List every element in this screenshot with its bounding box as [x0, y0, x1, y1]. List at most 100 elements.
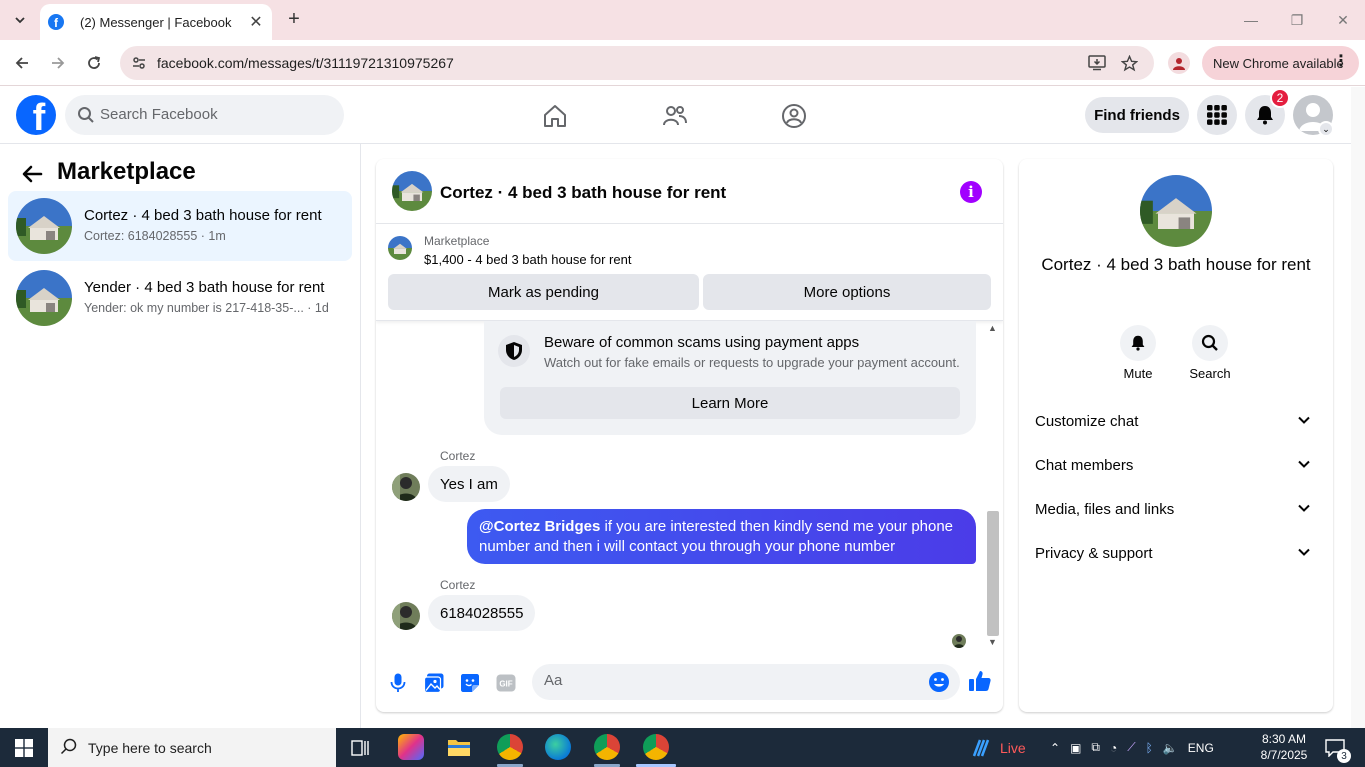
incoming-message[interactable]: Yes I am [428, 466, 510, 502]
new-tab-button[interactable]: + [282, 8, 306, 32]
message-input-box[interactable] [532, 664, 960, 700]
scroll-up-icon[interactable]: ▲ [988, 323, 997, 333]
address-bar[interactable]: facebook.com/messages/t/3111972131097526… [120, 46, 1154, 80]
house-thumbnail [16, 198, 72, 254]
info-icon[interactable]: i [960, 181, 982, 203]
chat-scrollbar-thumb[interactable] [987, 511, 999, 636]
message-input[interactable] [544, 672, 924, 689]
bell-icon [1257, 106, 1273, 125]
friends-icon [663, 106, 687, 126]
media-files-links-section[interactable]: Media, files and links [1035, 487, 1317, 531]
new-chrome-available-button[interactable]: New Chrome available ⋮ [1202, 46, 1359, 80]
notification-center-button[interactable]: 3 [1325, 728, 1351, 767]
forward-button[interactable] [45, 50, 71, 76]
sender-avatar[interactable] [392, 473, 420, 501]
bookmark-star-icon[interactable] [1119, 53, 1139, 73]
learn-more-button[interactable]: Learn More [500, 387, 960, 419]
menu-button[interactable] [1197, 95, 1237, 135]
marketplace-conversation-list: Marketplace Cortez · 4 bed 3 bath house … [0, 144, 361, 728]
arrow-right-icon [52, 57, 65, 69]
chat-scrollbar[interactable]: ▲ ▼ [986, 321, 1000, 651]
search-action[interactable]: Search [1180, 325, 1240, 381]
bell-icon[interactable] [1120, 325, 1156, 361]
scam-warning-card: Beware of common scams using payment app… [484, 321, 976, 435]
incoming-message[interactable]: 6184028555 [428, 595, 536, 631]
more-options-button[interactable]: More options [703, 274, 991, 310]
install-app-icon[interactable] [1087, 53, 1107, 73]
facebook-search-box[interactable]: Search Facebook [65, 95, 344, 135]
outgoing-message[interactable]: @Cortez Bridges if you are interested th… [467, 509, 976, 564]
close-window-button[interactable]: ✕ [1320, 0, 1365, 40]
scam-warning-title: Beware of common scams using payment app… [544, 334, 860, 351]
chat-title[interactable]: Cortez · 4 bed 3 bath house for rent [440, 183, 726, 203]
svg-text:GIF: GIF [499, 680, 512, 689]
listing-price-title[interactable]: $1,400 - 4 bed 3 bath house for rent [424, 252, 631, 267]
emoji-icon[interactable] [928, 671, 950, 693]
scroll-down-icon[interactable]: ▼ [988, 637, 997, 647]
site-settings-icon[interactable] [130, 54, 148, 72]
chat-members-section[interactable]: Chat members [1035, 443, 1317, 487]
live-widget[interactable]: Live [970, 728, 1026, 767]
listing-thumbnail[interactable] [388, 236, 412, 260]
house-thumbnail [16, 270, 72, 326]
mute-label: Mute [1123, 366, 1153, 381]
bluetooth-icon[interactable]: ᛒ [1146, 741, 1153, 755]
search-icon[interactable] [1192, 325, 1228, 361]
restore-button[interactable]: ❐ [1274, 0, 1320, 40]
reload-button[interactable] [81, 50, 107, 76]
conversation-item[interactable]: Yender · 4 bed 3 bath house for rent Yen… [8, 263, 352, 333]
close-tab-icon[interactable]: ✕ [248, 12, 264, 32]
pen-icon[interactable]: ⟋ [1127, 740, 1135, 755]
customize-chat-section[interactable]: Customize chat [1035, 399, 1317, 443]
chrome-active-icon[interactable] [643, 734, 669, 760]
account-chevron-icon[interactable]: ⌄ [1318, 121, 1334, 137]
more-vert-icon[interactable]: ⋮ [1333, 54, 1349, 70]
back-button[interactable] [9, 50, 35, 76]
find-friends-button[interactable]: Find friends [1085, 97, 1189, 133]
search-icon [60, 738, 77, 755]
privacy-support-section[interactable]: Privacy & support [1035, 531, 1317, 575]
chevron-up-icon[interactable]: ⌃ [1050, 741, 1060, 755]
chrome-icon[interactable] [594, 734, 620, 760]
chrome-profile-avatar[interactable] [1168, 52, 1190, 74]
taskbar-clock[interactable]: 8:30 AM 8/7/2025 [1252, 731, 1316, 763]
volume-muted-icon[interactable]: 🔈 [1163, 741, 1178, 755]
meet-now-icon[interactable]: ▣ [1070, 741, 1081, 755]
mute-action[interactable]: Mute [1108, 325, 1168, 381]
thumbs-up-icon[interactable] [968, 669, 992, 693]
groups-icon [782, 104, 806, 128]
cricket-live-icon [972, 739, 990, 756]
facebook-logo-icon[interactable]: f [16, 95, 56, 135]
photo-gallery-icon[interactable] [422, 671, 446, 695]
mark-as-pending-button[interactable]: Mark as pending [388, 274, 699, 310]
shield-icon [498, 335, 530, 367]
tab-search-button[interactable] [8, 8, 32, 32]
copilot-icon[interactable] [398, 734, 424, 760]
conversation-name: Cortez · 4 bed 3 bath house for rent [84, 207, 322, 224]
task-view-icon[interactable] [350, 738, 370, 758]
clock-date: 8/7/2025 [1260, 748, 1308, 762]
browser-tab-messenger[interactable]: f (2) Messenger | Facebook ✕ [40, 4, 272, 40]
back-arrow-icon[interactable] [20, 162, 44, 186]
chrome-profile-icon[interactable] [497, 734, 523, 760]
language-indicator[interactable]: ENG [1188, 741, 1214, 755]
edge-icon[interactable] [545, 734, 571, 760]
sender-avatar[interactable] [392, 602, 420, 630]
mention[interactable]: @Cortez Bridges [479, 518, 600, 535]
conversation-item[interactable]: Cortez · 4 bed 3 bath house for rent Cor… [8, 191, 352, 261]
minimize-button[interactable]: — [1228, 0, 1274, 40]
microphone-icon[interactable] [386, 671, 410, 695]
start-button[interactable] [0, 728, 48, 767]
chat-avatar[interactable] [392, 171, 432, 211]
screen-capture-icon[interactable]: ⧉ [1091, 740, 1100, 755]
nav-home[interactable] [541, 102, 569, 130]
gif-icon[interactable]: GIF [494, 671, 518, 695]
chat-profile-picture[interactable] [1140, 175, 1212, 247]
taskbar-search-box[interactable]: Type here to search [48, 728, 336, 767]
page-scrollbar[interactable] [1351, 87, 1365, 728]
nav-groups[interactable] [780, 102, 808, 130]
nav-friends[interactable] [661, 102, 689, 130]
sticker-icon[interactable] [458, 671, 482, 695]
wifi-icon[interactable]: ◔ [1110, 741, 1117, 755]
file-explorer-icon[interactable] [447, 737, 471, 757]
